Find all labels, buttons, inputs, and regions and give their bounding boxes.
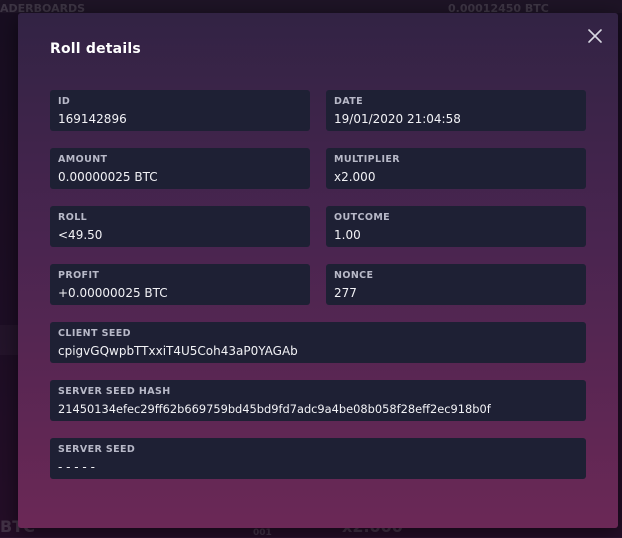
roll-value: <49.50: [58, 228, 103, 242]
date-card: DATE 19/01/2020 21:04:58: [326, 90, 586, 131]
profit-label: PROFIT: [58, 270, 100, 281]
server-seed-card: SERVER SEED - - - - -: [50, 438, 586, 479]
id-value: 169142896: [58, 112, 127, 126]
close-button[interactable]: [584, 25, 606, 47]
nonce-label: NONCE: [334, 270, 374, 281]
server-seed-hash-card: SERVER SEED HASH 21450134efec29ff62b6697…: [50, 380, 586, 421]
close-icon: [588, 29, 602, 43]
id-card: ID 169142896: [50, 90, 310, 131]
date-value: 19/01/2020 21:04:58: [334, 112, 461, 126]
profit-card: PROFIT +0.00000025 BTC: [50, 264, 310, 305]
roll-details-modal: Roll details ID 169142896 DATE 19/01/202…: [18, 13, 618, 528]
multiplier-label: MULTIPLIER: [334, 154, 401, 165]
amount-value: 0.00000025 BTC: [58, 170, 158, 184]
multiplier-card: MULTIPLIER x2.000: [326, 148, 586, 189]
outcome-label: OUTCOME: [334, 212, 391, 223]
server-seed-label: SERVER SEED: [58, 444, 136, 455]
outcome-value: 1.00: [334, 228, 361, 242]
modal-title: Roll details: [50, 41, 141, 57]
nonce-value: 277: [334, 286, 357, 300]
outcome-card: OUTCOME 1.00: [326, 206, 586, 247]
server-seed-hash-value[interactable]: 21450134efec29ff62b669759bd45bd9fd7adc9a…: [58, 401, 578, 417]
server-seed-hash-label: SERVER SEED HASH: [58, 386, 171, 397]
nonce-card: NONCE 277: [326, 264, 586, 305]
client-seed-card: CLIENT SEED cpigvGQwpbTTxxiT4U5Coh43aP0Y…: [50, 322, 586, 363]
amount-label: AMOUNT: [58, 154, 108, 165]
profit-value: +0.00000025 BTC: [58, 286, 168, 300]
client-seed-label: CLIENT SEED: [58, 328, 131, 339]
date-label: DATE: [334, 96, 364, 107]
multiplier-value: x2.000: [334, 170, 376, 184]
id-label: ID: [58, 96, 71, 107]
amount-card: AMOUNT 0.00000025 BTC: [50, 148, 310, 189]
client-seed-value[interactable]: cpigvGQwpbTTxxiT4U5Coh43aP0YAGAb: [58, 343, 578, 359]
roll-label: ROLL: [58, 212, 88, 223]
roll-card: ROLL <49.50: [50, 206, 310, 247]
server-seed-value: - - - - -: [58, 460, 95, 474]
